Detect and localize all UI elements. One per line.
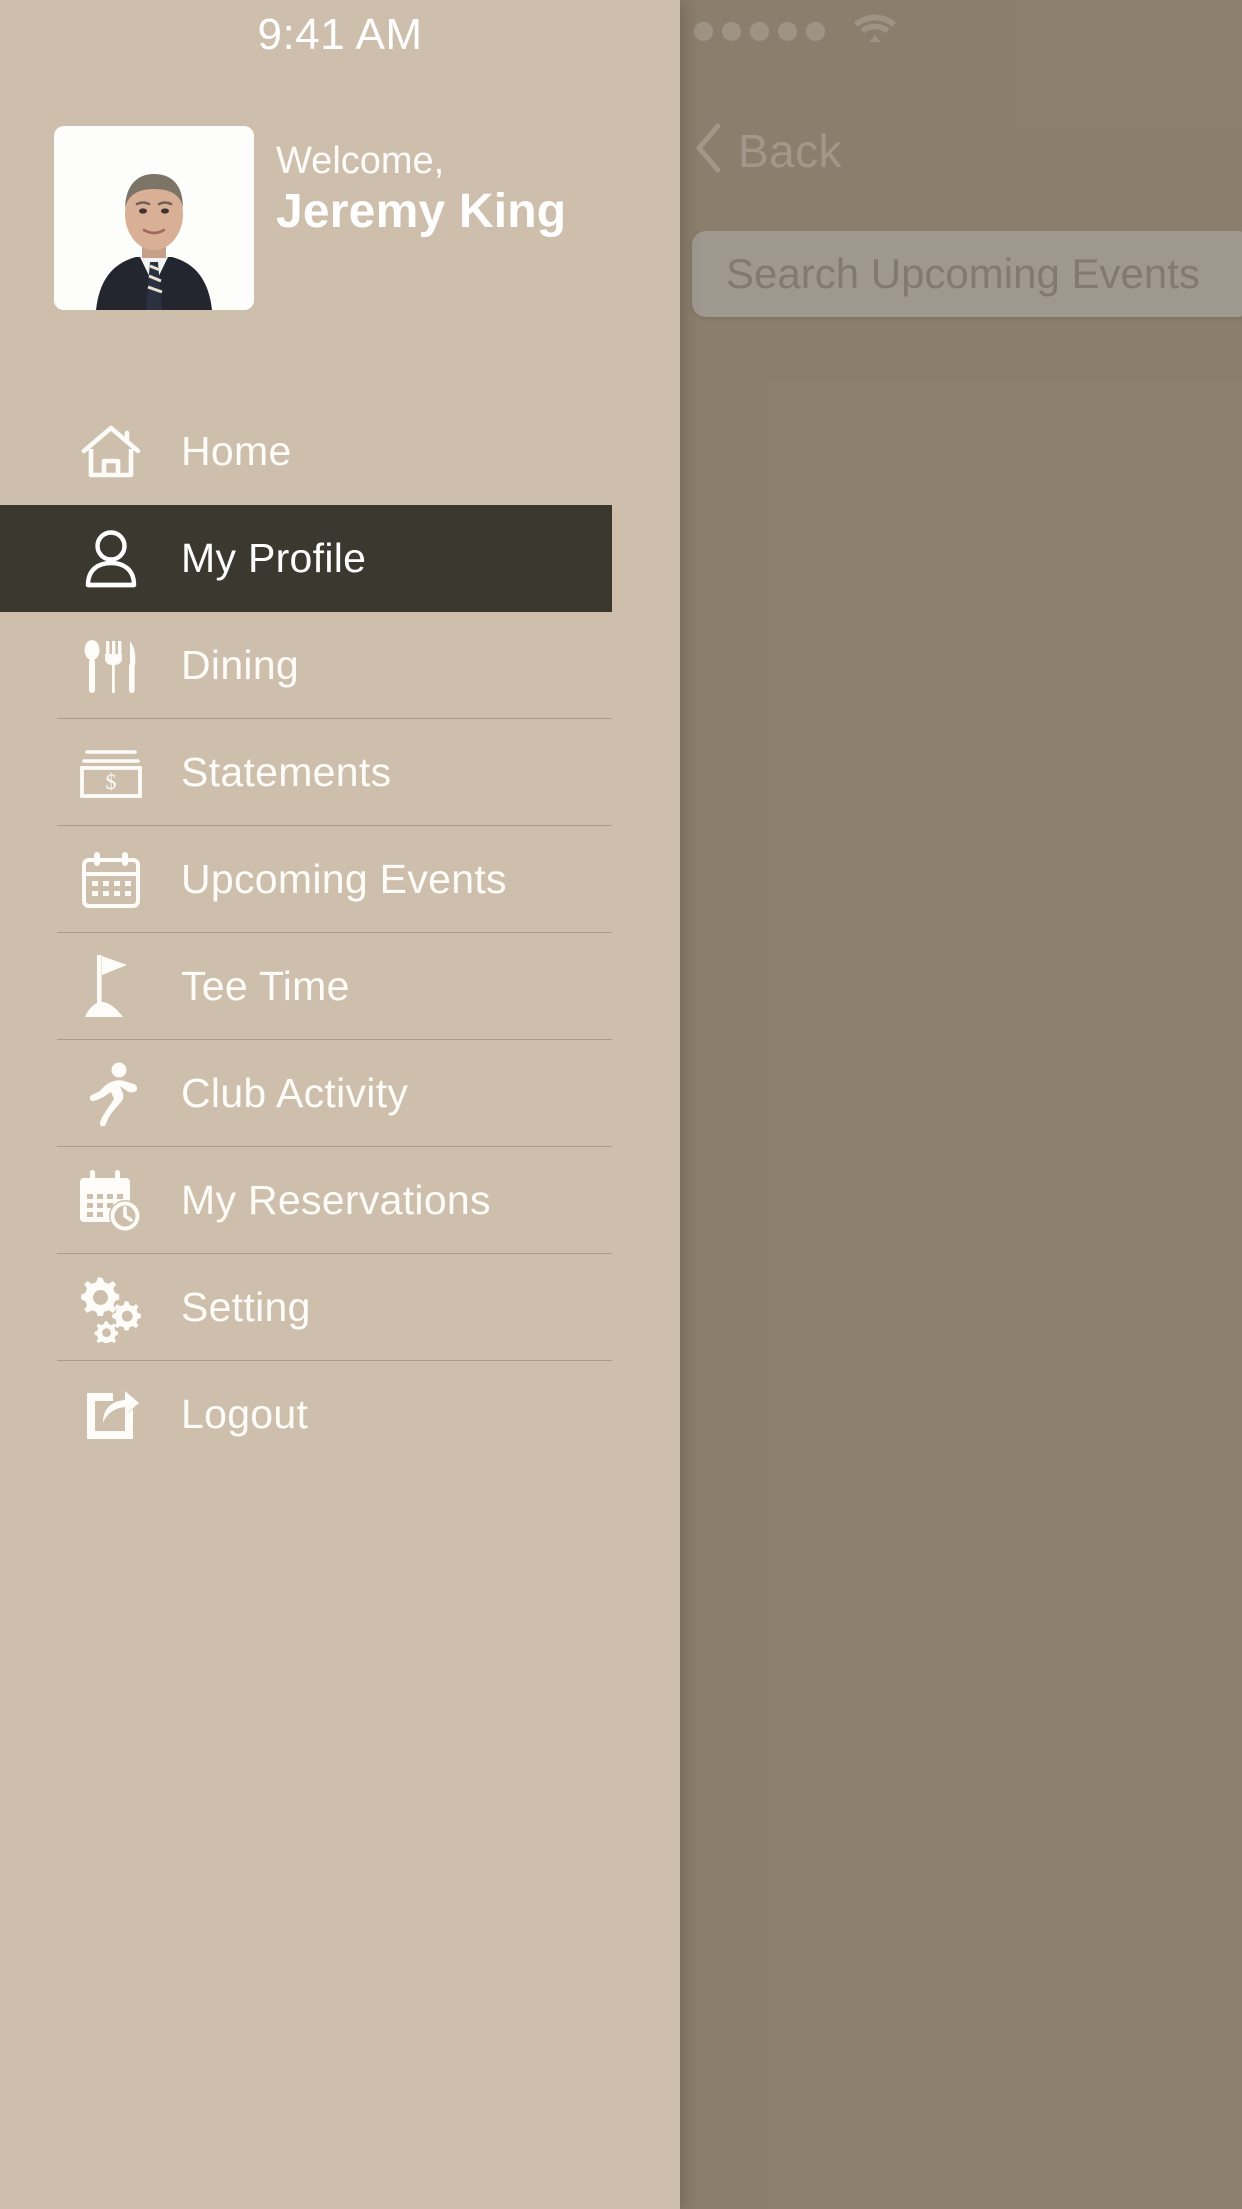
sidebar-item-label: Setting — [181, 1284, 311, 1330]
signal-dot-3 — [750, 21, 769, 41]
sidebar-item-label: My Profile — [181, 535, 367, 581]
sidebar-item-club-activity[interactable]: Club Activity — [0, 1040, 680, 1147]
sidebar-item-label: Statements — [181, 749, 392, 795]
status-bar-clock: 9:41 AM — [257, 10, 423, 59]
signal-dot-2 — [722, 21, 741, 41]
avatar — [54, 126, 254, 310]
user-avatar-photo — [54, 158, 254, 310]
sidebar-item-upcoming-events[interactable]: Upcoming Events — [0, 826, 680, 933]
sidebar-item-setting[interactable]: Setting — [0, 1254, 680, 1361]
user-name: Jeremy King — [276, 184, 567, 238]
sidebar-item-label: Tee Time — [181, 963, 350, 1009]
status-bar — [676, 0, 1242, 62]
search-input[interactable]: Search Upcoming Events — [692, 231, 1242, 317]
running-person-icon — [55, 1061, 167, 1127]
sidebar-item-label: Upcoming Events — [181, 856, 507, 902]
calendar-icon — [55, 849, 167, 911]
chevron-left-icon — [694, 122, 724, 179]
export-box-arrow-icon — [55, 1383, 167, 1447]
signal-dot-5 — [806, 21, 825, 41]
navigation-drawer: 9:41 AM Welcome, Jeremy King Home My Pro… — [0, 0, 680, 2209]
sidebar-item-logout[interactable]: Logout — [0, 1361, 680, 1468]
sidebar-item-label: Logout — [181, 1391, 309, 1437]
app-root: Back Search Upcoming Events GOLF YESTERD… — [0, 0, 1242, 2209]
welcome-label: Welcome, — [276, 140, 445, 182]
background-content-panel: Back Search Upcoming Events GOLF YESTERD… — [676, 0, 1242, 2209]
gears-icon — [55, 1273, 167, 1343]
sidebar-item-my-profile[interactable]: My Profile — [0, 505, 612, 612]
sidebar-item-home[interactable]: Home — [0, 398, 680, 505]
sidebar-item-tee-time[interactable]: Tee Time — [0, 933, 680, 1040]
signal-dot-4 — [778, 21, 797, 41]
sidebar-item-my-reservations[interactable]: My Reservations — [0, 1147, 680, 1254]
wifi-icon — [852, 12, 898, 51]
drawer-dim-overlay[interactable] — [676, 0, 1242, 2209]
sidebar-item-statements[interactable]: $ Statements — [0, 719, 680, 826]
search-placeholder: Search Upcoming Events — [726, 250, 1200, 297]
calendar-clock-icon — [55, 1168, 167, 1234]
sidebar-item-label: Home — [181, 428, 292, 474]
profile-header[interactable]: Welcome, Jeremy King — [54, 126, 566, 310]
back-button-label: Back — [738, 124, 842, 177]
sidebar-item-label: Dining — [181, 642, 300, 688]
cutlery-icon — [55, 635, 167, 697]
sidebar-menu: Home My Profile Dining $ Statements Upco… — [0, 398, 680, 1468]
sidebar-item-label: My Reservations — [181, 1177, 491, 1223]
signal-dot-1 — [694, 21, 713, 41]
home-icon — [55, 423, 167, 481]
content-card-list: GOLF YESTERDAY ACTIVITES we’ve place TEN… — [692, 341, 1242, 445]
money-stack-icon: $ — [55, 744, 167, 802]
person-icon — [55, 529, 167, 589]
svg-text:$: $ — [106, 769, 117, 794]
sidebar-item-dining[interactable]: Dining — [0, 612, 680, 719]
sidebar-item-label: Club Activity — [181, 1070, 409, 1116]
golf-flag-icon — [55, 951, 167, 1023]
back-button[interactable]: Back — [694, 122, 842, 179]
welcome-block: Welcome, Jeremy King — [276, 126, 566, 241]
